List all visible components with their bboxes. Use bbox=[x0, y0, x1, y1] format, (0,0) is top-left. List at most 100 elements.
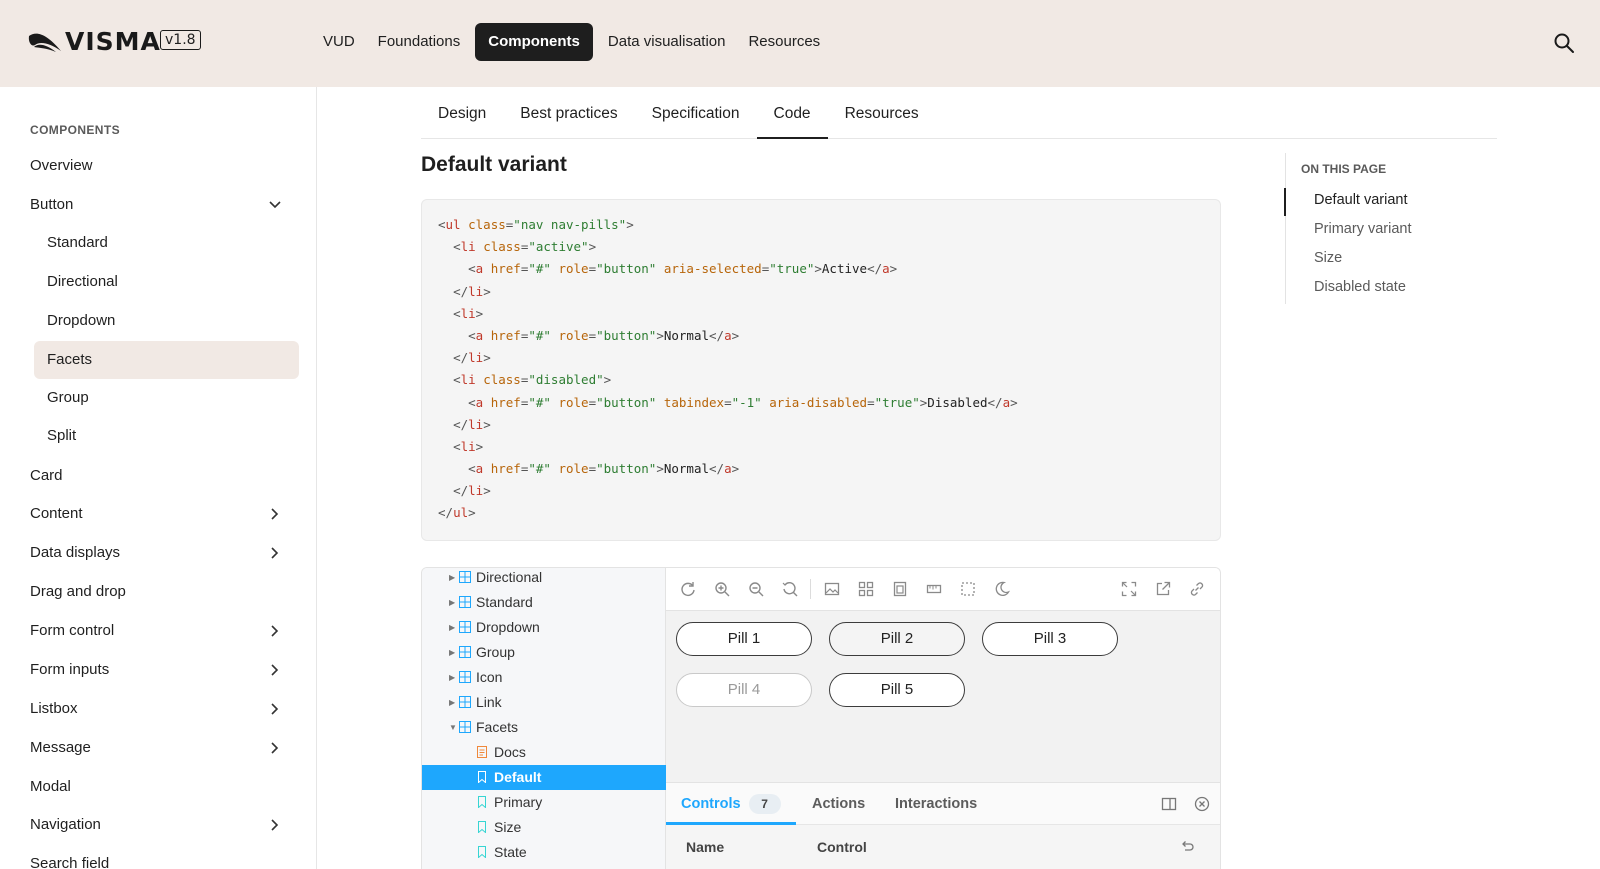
sidebar-item-facets[interactable]: Facets bbox=[34, 341, 299, 379]
tree-item-docs[interactable]: Docs bbox=[422, 740, 666, 765]
ruler-icon[interactable] bbox=[926, 581, 942, 597]
sidebar-item-label: Button bbox=[30, 196, 74, 213]
tree-item-label: Size bbox=[494, 819, 522, 835]
tab-code[interactable]: Code bbox=[756, 96, 828, 139]
code-line: </li> bbox=[453, 350, 491, 366]
zoom-reset-icon[interactable] bbox=[782, 581, 798, 597]
toc-item-default-variant[interactable]: Default variant bbox=[1314, 192, 1408, 208]
sidebar-item-standard[interactable]: Standard bbox=[34, 225, 299, 261]
sidebar-item-form-inputs[interactable]: Form inputs bbox=[30, 652, 292, 688]
bookmark-icon bbox=[478, 821, 486, 833]
main-navigation: VUD Foundations Components Data visualis… bbox=[315, 23, 828, 61]
version-badge: v1.8 bbox=[160, 30, 201, 50]
reset-icon[interactable] bbox=[1179, 838, 1195, 854]
code-line: <a href="#" role="button" tabindex="-1" … bbox=[468, 394, 1018, 410]
dark-mode-icon[interactable] bbox=[994, 581, 1010, 597]
sidebar-item-group[interactable]: Group bbox=[34, 380, 299, 416]
zoom-out-icon[interactable] bbox=[748, 581, 764, 597]
bookmark-icon bbox=[478, 796, 486, 808]
viewport-icon[interactable] bbox=[892, 581, 908, 597]
toc-item-primary-variant[interactable]: Primary variant bbox=[1314, 221, 1412, 237]
tree-item-facets[interactable]: ▼ Facets bbox=[422, 715, 666, 740]
chevron-right-icon[interactable] bbox=[268, 535, 282, 571]
copy-link-icon[interactable] bbox=[1189, 581, 1205, 597]
tab-controls[interactable]: Controls 7 bbox=[666, 783, 796, 825]
search-icon[interactable] bbox=[1553, 32, 1575, 54]
pill-5[interactable]: Pill 5 bbox=[829, 673, 965, 707]
chevron-right-icon[interactable] bbox=[268, 613, 282, 649]
tree-item-label: Docs bbox=[494, 744, 526, 760]
nav-components[interactable]: Components bbox=[475, 23, 593, 61]
tab-label: Controls bbox=[681, 796, 741, 812]
fullscreen-icon[interactable] bbox=[1121, 581, 1137, 597]
chevron-right-icon[interactable] bbox=[268, 652, 282, 688]
chevron-right-icon[interactable] bbox=[268, 807, 282, 843]
tree-item-group[interactable]: ▶ Group bbox=[422, 640, 666, 665]
sidebar-item-split[interactable]: Split bbox=[34, 418, 299, 454]
sidebar-item-drag-and-drop[interactable]: Drag and drop bbox=[30, 574, 292, 610]
tree-item-dropdown[interactable]: ▶ Dropdown bbox=[422, 615, 666, 640]
code-line: <a href="#" role="button" aria-selected=… bbox=[468, 261, 898, 277]
sidebar-item-card[interactable]: Card bbox=[30, 458, 292, 494]
toc-item-size[interactable]: Size bbox=[1314, 250, 1342, 266]
panel-layout-icon[interactable] bbox=[1161, 796, 1177, 812]
components-sidebar: COMPONENTS Overview Button Standard Dire… bbox=[0, 87, 317, 869]
sidebar-item-content[interactable]: Content bbox=[30, 496, 292, 532]
reload-icon[interactable] bbox=[680, 581, 696, 597]
tree-item-label: Group bbox=[476, 644, 515, 660]
addons-tabs: Controls 7 Actions Interactions bbox=[666, 783, 1220, 825]
tree-item-link[interactable]: ▶ Link bbox=[422, 690, 666, 715]
close-icon[interactable] bbox=[1194, 796, 1210, 812]
sidebar-item-data-displays[interactable]: Data displays bbox=[30, 535, 292, 571]
code-line: </li> bbox=[453, 483, 491, 499]
open-new-tab-icon[interactable] bbox=[1155, 581, 1171, 597]
pill-3[interactable]: Pill 3 bbox=[982, 622, 1118, 656]
tree-item-icon[interactable]: ▶ Icon bbox=[422, 665, 666, 690]
sidebar-item-form-control[interactable]: Form control bbox=[30, 613, 292, 649]
component-icon bbox=[459, 596, 471, 608]
sidebar-item-modal[interactable]: Modal bbox=[30, 769, 292, 805]
tab-specification[interactable]: Specification bbox=[635, 96, 757, 139]
tree-item-size[interactable]: Size bbox=[422, 815, 666, 840]
caret-right-icon: ▶ bbox=[449, 698, 456, 707]
tree-item-default[interactable]: Default bbox=[422, 765, 666, 790]
sidebar-item-directional[interactable]: Directional bbox=[34, 264, 299, 300]
code-line: </li> bbox=[453, 416, 491, 432]
chevron-right-icon[interactable] bbox=[268, 730, 282, 766]
toc-active-marker bbox=[1284, 188, 1286, 216]
sidebar-item-navigation[interactable]: Navigation bbox=[30, 807, 292, 843]
sidebar-item-listbox[interactable]: Listbox bbox=[30, 691, 292, 727]
chevron-down-icon[interactable] bbox=[268, 187, 282, 223]
toc-item-disabled-state[interactable]: Disabled state bbox=[1314, 279, 1406, 295]
tab-best-practices[interactable]: Best practices bbox=[503, 96, 634, 139]
background-image-icon[interactable] bbox=[824, 581, 840, 597]
nav-vud[interactable]: VUD bbox=[315, 23, 363, 61]
tab-resources[interactable]: Resources bbox=[828, 96, 936, 139]
zoom-in-icon[interactable] bbox=[714, 581, 730, 597]
chevron-right-icon[interactable] bbox=[268, 496, 282, 532]
sidebar-item-dropdown[interactable]: Dropdown bbox=[34, 303, 299, 339]
code-line: <a href="#" role="button">Normal</a> bbox=[468, 327, 740, 343]
sidebar-item-message[interactable]: Message bbox=[30, 730, 292, 766]
sidebar-item-search-field[interactable]: Search field bbox=[30, 846, 292, 869]
pill-2[interactable]: Pill 2 bbox=[829, 622, 965, 656]
tab-interactions[interactable]: Interactions bbox=[895, 783, 977, 825]
grid-icon[interactable] bbox=[858, 581, 874, 597]
chevron-right-icon[interactable] bbox=[268, 691, 282, 727]
tree-item-standard[interactable]: ▶ Standard bbox=[422, 590, 666, 615]
tree-item-primary[interactable]: Primary bbox=[422, 790, 666, 815]
tab-design[interactable]: Design bbox=[421, 96, 503, 139]
nav-data-visualisation[interactable]: Data visualisation bbox=[600, 23, 734, 61]
component-icon bbox=[459, 671, 471, 683]
tree-item-directional[interactable]: ▶ Directional bbox=[422, 568, 666, 590]
sidebar-item-overview[interactable]: Overview bbox=[30, 148, 292, 184]
pill-1[interactable]: Pill 1 bbox=[676, 622, 812, 656]
nav-resources[interactable]: Resources bbox=[740, 23, 828, 61]
nav-foundations[interactable]: Foundations bbox=[370, 23, 469, 61]
sidebar-item-button[interactable]: Button bbox=[30, 187, 292, 223]
outline-icon[interactable] bbox=[960, 581, 976, 597]
visma-logo[interactable]: VISMA bbox=[28, 27, 161, 56]
tree-item-state[interactable]: State bbox=[422, 840, 666, 865]
tab-actions[interactable]: Actions bbox=[812, 783, 865, 825]
code-snippet[interactable]: <ul class="nav nav-pills"> <li class="ac… bbox=[421, 199, 1221, 541]
